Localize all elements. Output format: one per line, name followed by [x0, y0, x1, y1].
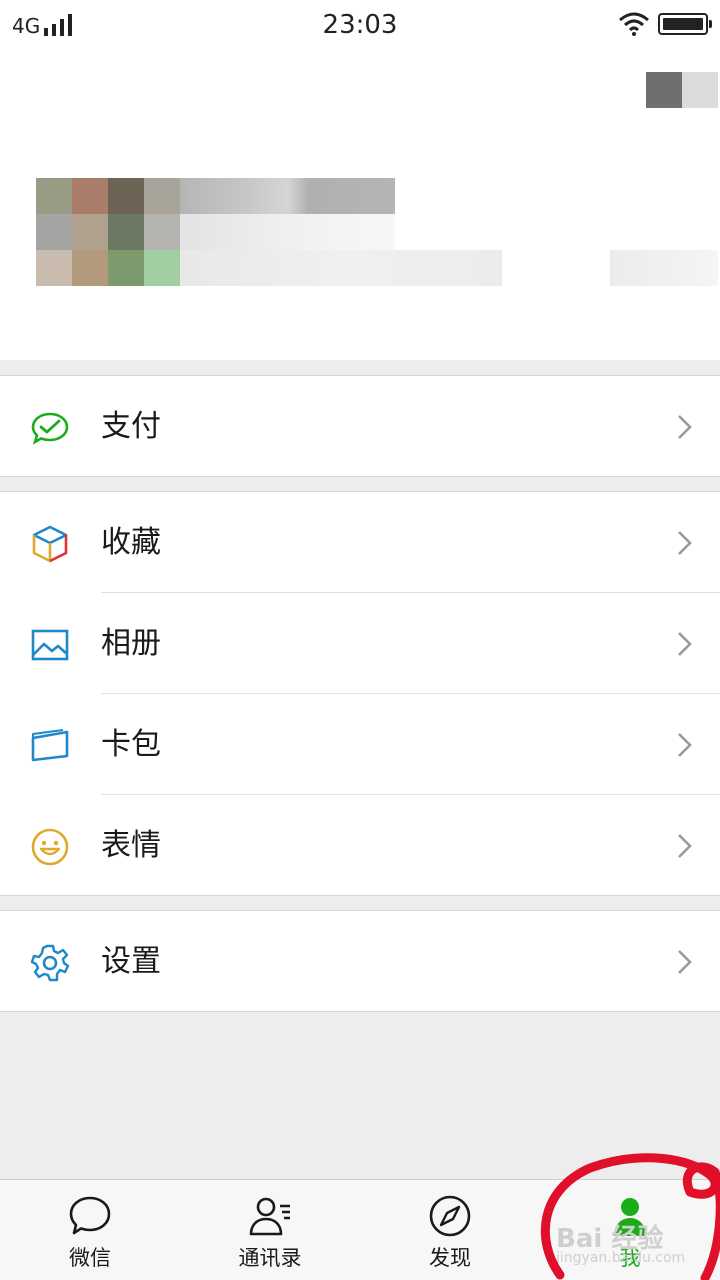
group-services: 收藏 相册 卡包 表情: [0, 491, 720, 896]
group-settings: 设置: [0, 910, 720, 1012]
chevron-right-icon: [678, 632, 692, 656]
menu-item-settings[interactable]: 设置: [0, 911, 720, 1012]
menu-item-album[interactable]: 相册: [0, 593, 720, 694]
wallet-check-icon: [31, 412, 69, 445]
nickname-blurred: [180, 178, 395, 214]
wifi-icon: [619, 12, 649, 36]
picture-icon: [31, 629, 69, 661]
menu-item-cards[interactable]: 卡包: [0, 694, 720, 795]
menu-label-album: 相册: [101, 626, 161, 661]
smile-icon: [31, 828, 69, 866]
tab-label-chats: 微信: [69, 1246, 111, 1270]
tab-chats[interactable]: 微信: [0, 1180, 180, 1280]
contacts-icon: [249, 1197, 290, 1236]
chevron-right-icon: [678, 834, 692, 858]
menu-label-settings: 设置: [101, 944, 161, 979]
tab-discover[interactable]: 发现: [360, 1180, 540, 1280]
chevron-right-icon: [678, 531, 692, 555]
menu-label-favorites: 收藏: [101, 525, 161, 560]
profile-header[interactable]: [0, 52, 720, 360]
status-bar: 4G 23:03: [0, 0, 720, 52]
compass-icon: [429, 1195, 471, 1237]
chevron-right-icon: [678, 733, 692, 757]
cube-icon: [32, 525, 68, 563]
chat-bubble-icon: [69, 1196, 111, 1235]
tab-contacts[interactable]: 通讯录: [180, 1180, 360, 1280]
tab-label-discover: 发现: [429, 1246, 471, 1270]
card-icon: [31, 729, 69, 762]
clock: 23:03: [322, 10, 398, 40]
gear-icon: [30, 944, 70, 982]
watermark-url: jingyan.baidu.com: [556, 1250, 686, 1266]
menu-label-cards: 卡包: [101, 727, 161, 762]
menu-label-stickers: 表情: [101, 828, 161, 863]
wechat-id-blurred: [180, 214, 395, 250]
menu-item-stickers[interactable]: 表情: [0, 795, 720, 896]
menu-label-pay: 支付: [101, 409, 161, 444]
battery-icon: [658, 13, 712, 35]
chevron-right-icon: [678, 950, 692, 974]
wechat-id-blurred-2: [180, 250, 502, 286]
group-pay: 支付: [0, 375, 720, 477]
chevron-right-icon: [678, 415, 692, 439]
tab-label-contacts: 通讯录: [238, 1246, 302, 1270]
menu-item-favorites[interactable]: 收藏: [0, 492, 720, 593]
profile-arrow-blurred[interactable]: [610, 250, 718, 286]
qr-code-icon[interactable]: [646, 72, 718, 108]
watermark: Bai 经验 jingyan.baidu.com: [552, 1218, 720, 1268]
menu-item-pay[interactable]: 支付: [0, 376, 720, 477]
